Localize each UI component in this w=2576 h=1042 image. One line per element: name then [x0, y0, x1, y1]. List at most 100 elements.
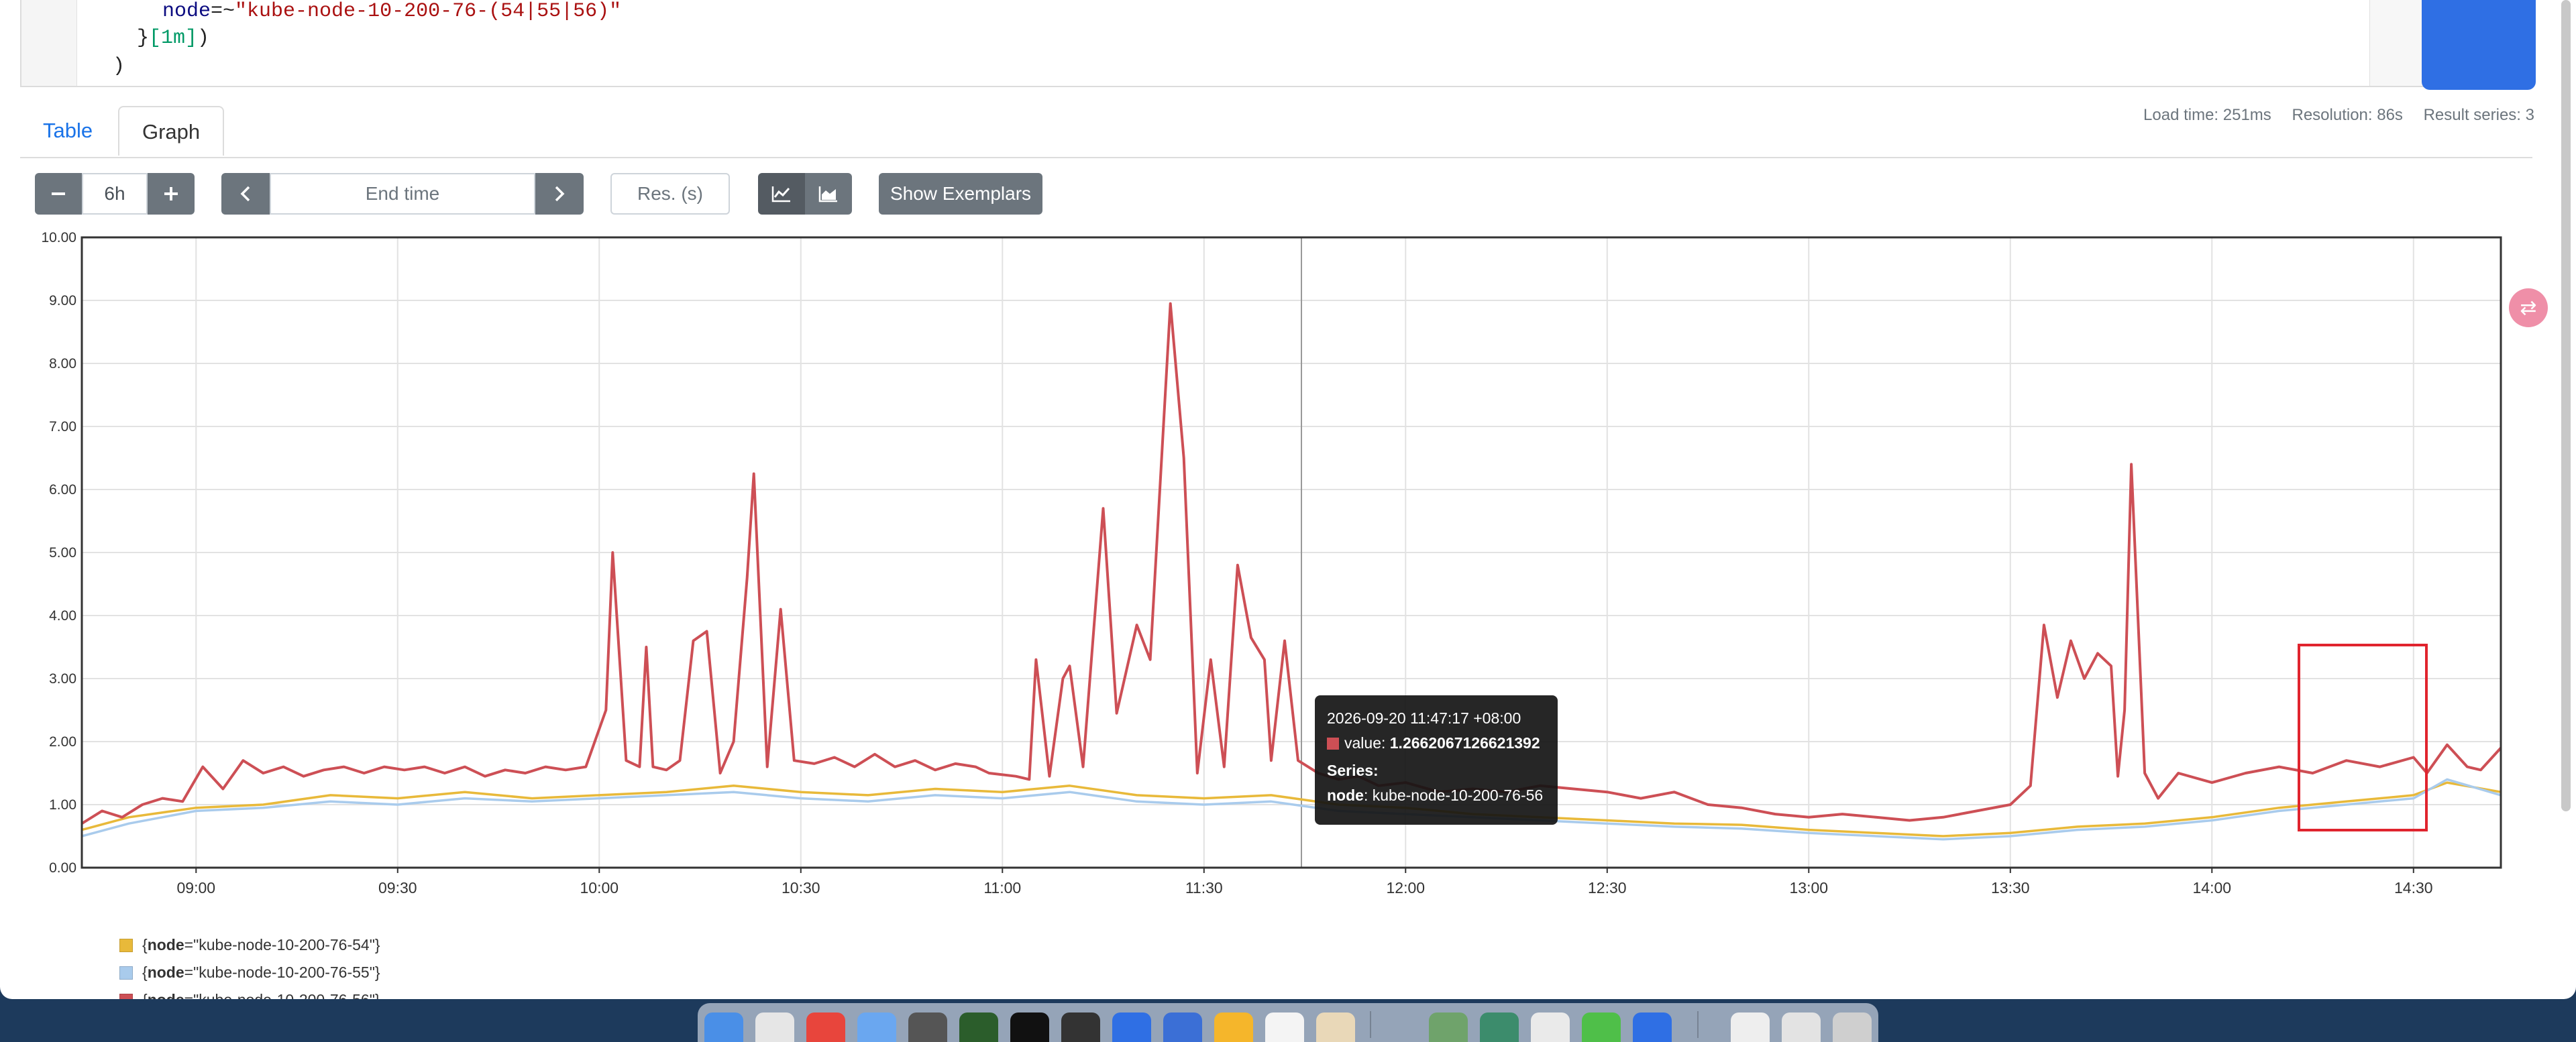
range-decrease-button[interactable] [35, 173, 82, 215]
tooltip-node-value: : kube-node-10-200-76-56 [1363, 787, 1544, 804]
execute-button[interactable] [2422, 0, 2536, 90]
y-tick-label: 7.00 [49, 419, 76, 435]
stacked-chart-toggle[interactable] [805, 173, 852, 215]
load-time: Load time: 251ms [2143, 106, 2271, 124]
trash-icon[interactable] [1833, 1012, 1872, 1042]
x-tick-label: 09:30 [378, 879, 417, 896]
photos-icon[interactable] [1316, 1012, 1355, 1042]
downloads-icon[interactable] [1731, 1012, 1770, 1042]
browser-window: node=~"kube-node-10-200-76-(54|55|56)" }… [0, 0, 2576, 999]
tooltip-node-row: node: kube-node-10-200-76-56 [1327, 783, 1546, 808]
query-stats: Load time: 251ms Resolution: 86s Result … [2127, 106, 2534, 125]
chart-tooltip: 2026-09-20 11:47:17 +08:00 value: 1.2662… [1315, 695, 1558, 825]
sublime-icon[interactable] [908, 1012, 947, 1042]
query-label: node [162, 0, 211, 23]
y-tick-label: 4.00 [49, 608, 76, 624]
legend-swatch [119, 966, 133, 980]
y-tick-label: 10.00 [41, 230, 76, 245]
tab-table[interactable]: Table [20, 106, 115, 156]
query-line-3: ) [113, 55, 125, 78]
tooltip-series-label-row: Series: [1327, 758, 1546, 783]
chart-series [80, 302, 2502, 841]
x-tick-label: 13:00 [1790, 879, 1829, 896]
series-line-2[interactable] [80, 302, 2502, 825]
jetbrains-icon[interactable] [1061, 1012, 1100, 1042]
calendar-icon[interactable] [1265, 1012, 1304, 1042]
tooltip-timestamp: 2026-09-20 11:47:17 +08:00 [1327, 709, 1521, 727]
x-tick-label: 10:00 [580, 879, 619, 896]
area-chart-icon [818, 186, 837, 202]
x-tick-label: 11:30 [1185, 879, 1223, 896]
tab-graph[interactable]: Graph [118, 106, 225, 156]
launchpad-icon[interactable] [755, 1012, 794, 1042]
resolution: Resolution: 86s [2292, 106, 2403, 124]
minus-icon [52, 192, 65, 195]
legend-swatch [119, 993, 133, 999]
highlight-annotation-box [2298, 644, 2428, 831]
cloud-icon[interactable] [1633, 1012, 1672, 1042]
end-time-back-button[interactable] [221, 173, 270, 215]
x-axis: 09:00 09:30 10:00 10:30 11:00 11:30 12:00 12:30… [177, 868, 2433, 896]
edge-icon[interactable] [1480, 1012, 1519, 1042]
graph-chart[interactable]: 0.00 1.00 2.00 3.00 4.00 5.00 6.00 7.00 8.00 9.00… [0, 228, 2549, 899]
wechat-icon[interactable] [1582, 1012, 1621, 1042]
legend-key: node [148, 991, 184, 999]
x-tick-label: 12:30 [1588, 879, 1627, 896]
tooltip-node-key: node [1327, 787, 1364, 804]
mail-icon[interactable] [857, 1012, 896, 1042]
y-axis: 0.00 1.00 2.00 3.00 4.00 5.00 6.00 7.00 8.00 9.00… [41, 230, 76, 876]
x-tick-label: 14:00 [2193, 879, 2232, 896]
tooltip-value: 1.2662067126621392 [1389, 734, 1540, 752]
x-tick-label: 09:00 [177, 879, 216, 896]
query-editor[interactable]: node=~"kube-node-10-200-76-(54|55|56)" }… [20, 0, 2532, 87]
lark-icon[interactable] [1214, 1012, 1253, 1042]
y-tick-label: 9.00 [49, 293, 76, 308]
query-value: "kube-node-10-200-76-(54|55|56)" [235, 0, 622, 23]
query-line-2: }[1m]) [137, 27, 209, 50]
legend-item-54[interactable]: {node ="kube-node-10-200-76-54"} [119, 936, 380, 954]
y-tick-label: 2.00 [49, 734, 76, 750]
editor-gutter [21, 0, 77, 86]
tab-divider [20, 157, 2532, 158]
macos-dock [698, 1003, 1878, 1042]
y-tick-label: 0.00 [49, 860, 76, 876]
show-exemplars-button[interactable]: Show Exemplars [879, 173, 1042, 215]
end-time-input[interactable]: End time [270, 173, 535, 215]
resolution-input[interactable]: Res. (s) [610, 173, 730, 215]
chatgpt-icon[interactable] [1531, 1012, 1570, 1042]
page-scrollbar[interactable] [2561, 0, 2571, 811]
query-range: [1m] [149, 27, 198, 50]
x-tick-label: 10:30 [782, 879, 820, 896]
line-chart-icon [771, 186, 790, 202]
meeting-icon[interactable] [1163, 1012, 1202, 1042]
y-tick-label: 6.00 [49, 482, 76, 498]
chrome-icon[interactable] [806, 1012, 845, 1042]
translate-icon[interactable]: ⇄ [2509, 288, 2548, 327]
legend-item-56[interactable]: {node="kube-node-10-200-76-56"} [119, 991, 380, 999]
legend-key: node [147, 936, 184, 953]
legend-item-55[interactable]: {node ="kube-node-10-200-76-55"} [119, 964, 380, 982]
legend-value: ="kube-node-10-200-76-54"} [184, 936, 380, 953]
series-line-1[interactable] [81, 778, 2502, 841]
query-close-paren: ) [197, 27, 210, 50]
end-time-forward-button[interactable] [535, 173, 584, 215]
range-increase-button[interactable] [148, 173, 195, 215]
line-chart-toggle[interactable] [758, 173, 805, 215]
dock-separator [1370, 1011, 1371, 1038]
x-tick-label: 12:00 [1387, 879, 1426, 896]
screenshot-icon[interactable] [1782, 1012, 1821, 1042]
tooltip-value-label: value: [1344, 734, 1386, 752]
network-icon[interactable] [1429, 1012, 1468, 1042]
tooltip-series-swatch [1327, 738, 1339, 750]
app-icon[interactable] [1112, 1012, 1151, 1042]
query-operator: =~ [211, 0, 235, 23]
query-line-1: node=~"kube-node-10-200-76-(54|55|56)" [162, 0, 621, 23]
chevron-right-icon [555, 186, 565, 202]
numbers-icon[interactable] [959, 1012, 998, 1042]
y-tick-label: 1.00 [49, 797, 76, 813]
finder-icon[interactable] [704, 1012, 743, 1042]
result-series: Result series: 3 [2423, 106, 2534, 124]
terminal-icon[interactable] [1010, 1012, 1049, 1042]
legend-prefix: { [142, 936, 148, 953]
range-input[interactable]: 6h [82, 173, 148, 215]
